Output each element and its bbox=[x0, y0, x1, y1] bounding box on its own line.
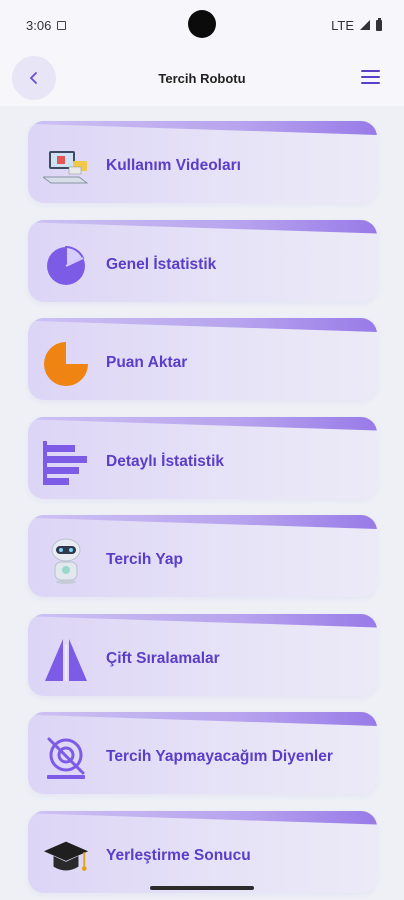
status-right: LTE bbox=[331, 17, 382, 33]
back-button[interactable] bbox=[12, 56, 56, 100]
menu-item-label: Tercih Yap bbox=[106, 551, 183, 568]
menu-item-label: Çift Sıralamalar bbox=[106, 649, 220, 667]
network-type: LTE bbox=[331, 17, 354, 33]
home-indicator[interactable] bbox=[150, 886, 254, 890]
app-header: Tercih Robotu bbox=[0, 50, 404, 106]
menu-item-label: Puan Aktar bbox=[106, 354, 188, 371]
menu-item-label: Genel İstatistik bbox=[106, 255, 217, 273]
menu-item-puan-aktar[interactable]: Puan Aktar bbox=[28, 318, 377, 400]
menu-line bbox=[361, 76, 380, 78]
bar-chart-icon bbox=[42, 439, 90, 487]
menu-item-label: Kullanım Videoları bbox=[106, 157, 241, 174]
menu-item-kullanim-videolari[interactable]: Kullanım Videoları bbox=[28, 121, 377, 203]
hamburger-menu-button[interactable] bbox=[361, 70, 380, 84]
chevron-left-icon bbox=[30, 72, 37, 84]
signal-icon bbox=[360, 20, 370, 30]
menu-item-yerlestirme-sonucu[interactable]: Yerleştirme Sonucu bbox=[28, 810, 377, 893]
menu-list: Kullanım Videoları Genel İstatistik Puan… bbox=[28, 121, 377, 900]
page-title: Tercih Robotu bbox=[158, 70, 246, 86]
battery-icon bbox=[376, 17, 382, 31]
menu-item-label: Yerleştirme Sonucu bbox=[106, 846, 251, 864]
menu-item-tercih-yapmayacagim-diyenler[interactable]: Tercih Yapmayacağım Diyenler bbox=[28, 712, 377, 794]
camera-cutout bbox=[188, 10, 216, 38]
menu-item-label: Detaylı İstatistik bbox=[106, 452, 225, 470]
status-time: 3:06 bbox=[26, 17, 52, 33]
menu-item-tercih-yap[interactable]: Tercih Yap bbox=[28, 515, 377, 597]
status-left: 3:06 bbox=[26, 17, 67, 33]
notification-icon bbox=[57, 20, 67, 30]
menu-line bbox=[361, 82, 380, 84]
pie-chart-icon bbox=[42, 242, 90, 290]
menu-item-detayli-istatistik[interactable]: Detaylı İstatistik bbox=[28, 416, 377, 499]
menu-item-cift-siralamalar[interactable]: Çift Sıralamalar bbox=[28, 613, 377, 696]
no-target-icon bbox=[42, 734, 90, 782]
double-triangle-icon bbox=[42, 636, 90, 684]
menu-item-label: Tercih Yapmayacağım Diyenler bbox=[106, 748, 333, 765]
robot-icon bbox=[42, 537, 90, 585]
computer-video-icon bbox=[42, 143, 90, 191]
menu-item-genel-istatistik[interactable]: Genel İstatistik bbox=[28, 219, 377, 302]
graduation-cap-icon bbox=[42, 833, 90, 881]
quarter-pie-icon bbox=[42, 340, 90, 388]
menu-line bbox=[361, 70, 380, 72]
